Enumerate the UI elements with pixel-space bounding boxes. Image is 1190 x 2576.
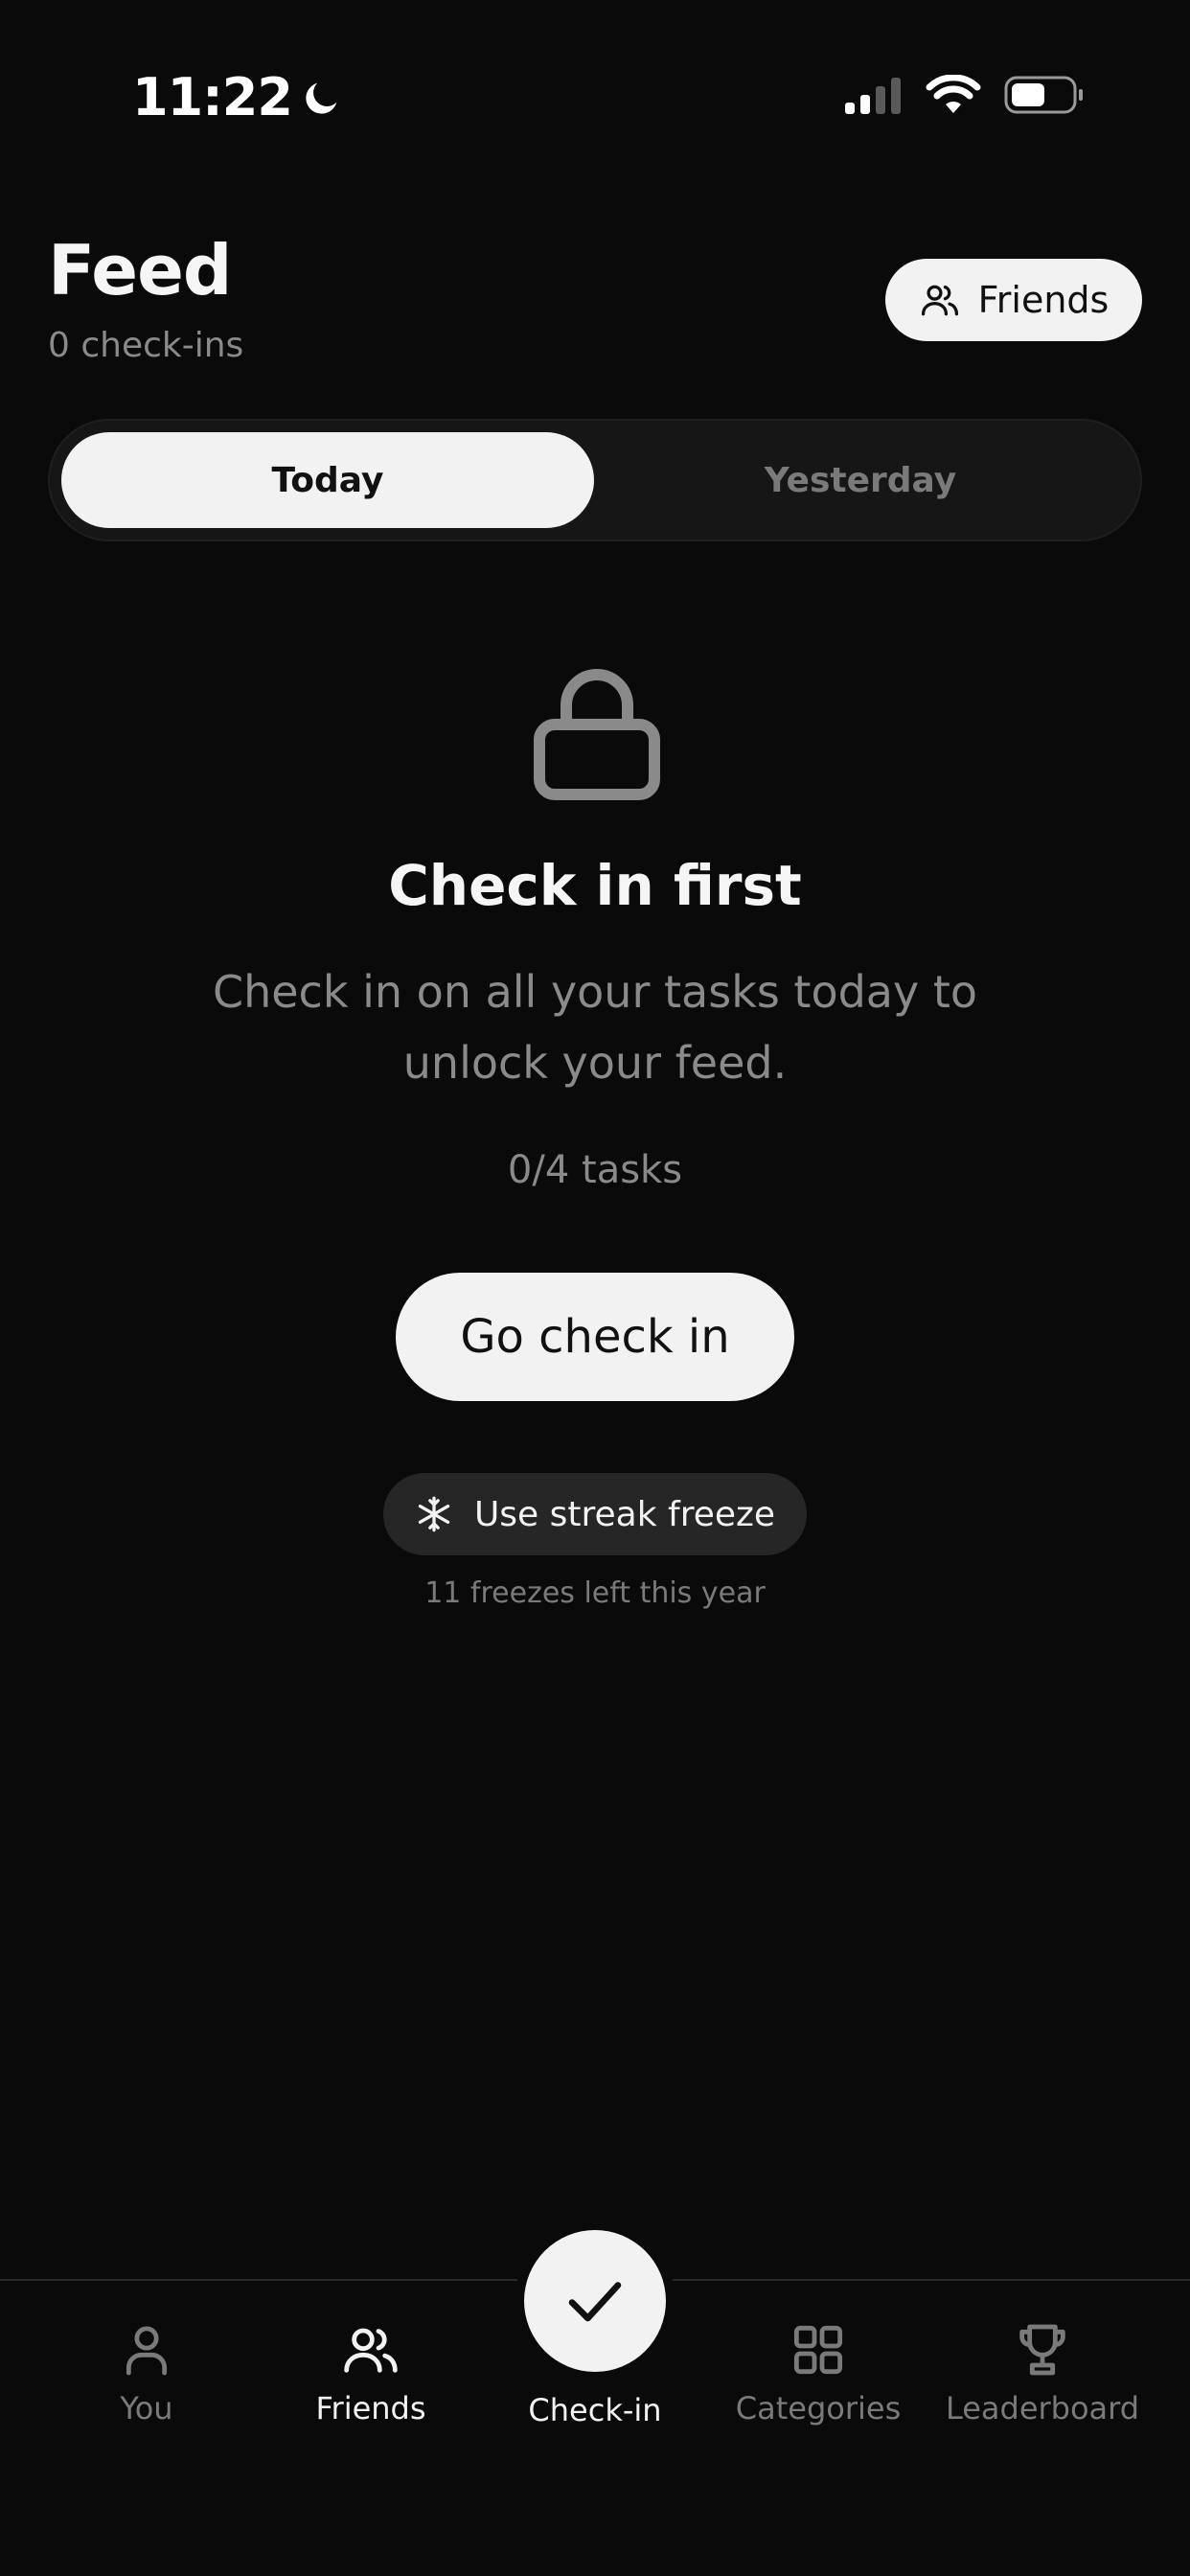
person-icon xyxy=(126,2326,168,2376)
status-bar-time: 11:22 xyxy=(132,67,344,127)
streak-freeze-button[interactable]: Use streak freeze xyxy=(383,1473,807,1555)
friends-icon xyxy=(344,2328,398,2373)
wifi-icon xyxy=(926,75,981,113)
lock-icon xyxy=(534,669,660,800)
empty-state-description: Check in on all your tasks today to unlo… xyxy=(212,966,978,1089)
friends-button-label: Friends xyxy=(977,279,1110,321)
grid-icon xyxy=(793,2325,843,2375)
tasks-progress: 0/4 tasks xyxy=(507,1148,683,1192)
nav-item-you[interactable]: You xyxy=(32,2319,262,2426)
nav-label-leaderboard: Leaderboard xyxy=(945,2390,1140,2426)
empty-state-title: Check in first xyxy=(388,853,802,918)
moon-icon xyxy=(306,82,337,114)
streak-freeze-label: Use streak freeze xyxy=(473,1494,776,1534)
cellular-signal-icon xyxy=(845,78,901,114)
nav-item-categories[interactable]: Categories xyxy=(703,2319,933,2426)
page-title: Feed xyxy=(48,230,232,310)
nav-label-check-in: Check-in xyxy=(528,2392,662,2428)
check-in-button[interactable] xyxy=(524,2230,666,2372)
tab-yesterday[interactable]: Yesterday xyxy=(594,432,1127,528)
nav-label-you: You xyxy=(120,2390,173,2426)
nav-item-friends[interactable]: Friends xyxy=(256,2319,486,2426)
tab-today[interactable]: Today xyxy=(61,432,594,528)
time-text: 11:22 xyxy=(132,67,293,127)
friends-icon xyxy=(921,285,958,316)
friends-button[interactable]: Friends xyxy=(885,259,1142,341)
battery-icon xyxy=(1004,76,1083,114)
status-bar-indicators xyxy=(843,75,1085,115)
nav-label-categories: Categories xyxy=(735,2390,902,2426)
checkins-count: 0 check-ins xyxy=(48,326,244,365)
checkmark-icon xyxy=(568,2282,622,2322)
trophy-icon xyxy=(1019,2324,1065,2376)
snowflake-icon xyxy=(418,1496,450,1532)
go-check-in-button[interactable]: Go check in xyxy=(396,1273,794,1401)
freezes-remaining: 11 freezes left this year xyxy=(424,1576,766,1610)
nav-label-friends: Friends xyxy=(315,2390,426,2426)
nav-item-leaderboard[interactable]: Leaderboard xyxy=(927,2319,1157,2426)
